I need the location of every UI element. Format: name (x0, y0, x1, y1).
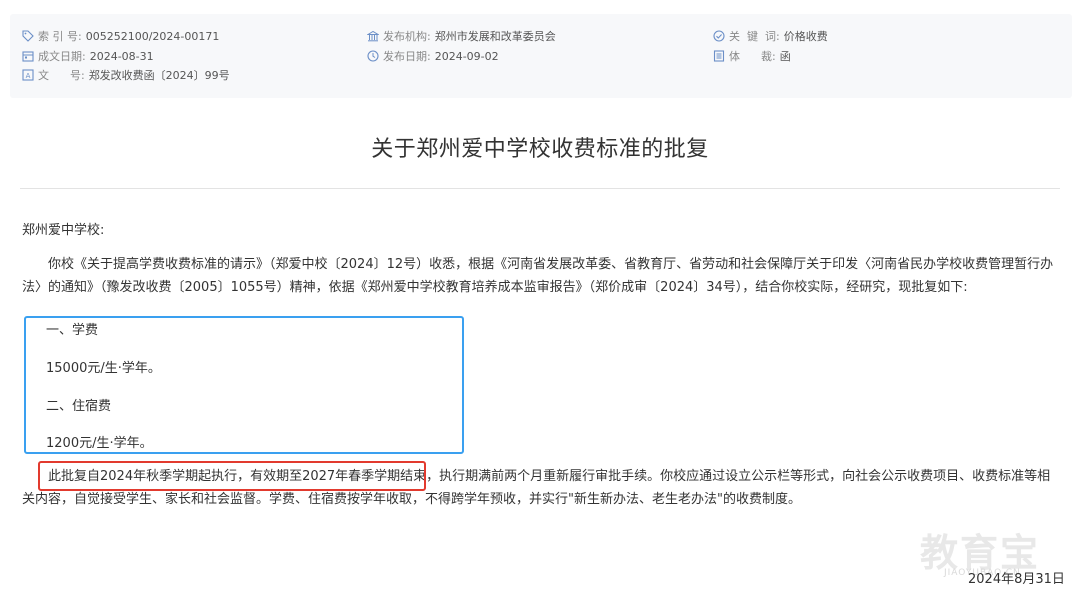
meta-pub-date-value: 2024-09-02 (434, 49, 499, 63)
meta-publisher-value: 郑州市发展和改革委员会 (434, 30, 556, 43)
building-icon (367, 30, 379, 42)
check-circle-icon (713, 30, 725, 42)
document-date: 2024年8月31日 (968, 572, 1065, 587)
meta-doc-no-value: 郑发改收费函〔2024〕99号 (88, 69, 230, 82)
meta-index-value: 005252100/2024-00171 (85, 29, 220, 43)
meta-publisher: 发布机构: 郑州市发展和改革委员会 (367, 28, 556, 44)
item-lodging-value: 1200元/生·学年。 (46, 436, 153, 451)
meta-keywords-label: 关 键 词: (729, 30, 780, 43)
list-icon (713, 50, 725, 62)
salutation: 郑州爱中学校: (22, 223, 105, 238)
item-lodging-title: 二、住宿费 (46, 399, 112, 414)
svg-text:A: A (26, 72, 31, 80)
meta-pub-date: 发布日期: 2024-09-02 (367, 48, 499, 64)
meta-pub-date-label: 发布日期: (383, 50, 431, 63)
body-paragraph-1: 你校《关于提高学费收费标准的请示》（郑爱中校〔2024〕12号）收悉，根据《河南… (22, 257, 1054, 295)
calendar-icon (22, 50, 34, 62)
clock-icon (367, 50, 379, 62)
meta-index: 索 引 号: 005252100/2024-00171 (22, 28, 219, 44)
meta-date-made-value: 2024-08-31 (89, 49, 154, 63)
meta-publisher-label: 发布机构: (383, 30, 431, 43)
validity-highlight-box (38, 461, 426, 491)
meta-genre-label: 体 裁: (729, 50, 776, 63)
meta-genre: 体 裁: 函 (713, 48, 791, 64)
meta-index-label: 索 引 号: (38, 30, 82, 43)
item-tuition-value: 15000元/生·学年。 (46, 361, 161, 376)
title-divider (20, 188, 1060, 189)
meta-keywords: 关 键 词: 价格收费 (713, 28, 828, 44)
document-icon: A (22, 69, 34, 81)
meta-doc-no-label: 文 号: (38, 69, 85, 82)
meta-date-made-label: 成文日期: (38, 50, 86, 63)
meta-keywords-value: 价格收费 (783, 30, 828, 43)
meta-genre-value: 函 (779, 50, 791, 63)
meta-date-made: 成文日期: 2024-08-31 (22, 48, 154, 64)
document-title: 关于郑州爱中学校收费标准的批复 (371, 137, 709, 162)
tag-icon (22, 30, 34, 42)
metadata-panel: 索 引 号: 005252100/2024-00171 成文日期: 2024-0… (10, 14, 1072, 98)
meta-doc-no: A 文 号: 郑发改收费函〔2024〕99号 (22, 67, 230, 83)
item-tuition-title: 一、学费 (46, 323, 99, 338)
